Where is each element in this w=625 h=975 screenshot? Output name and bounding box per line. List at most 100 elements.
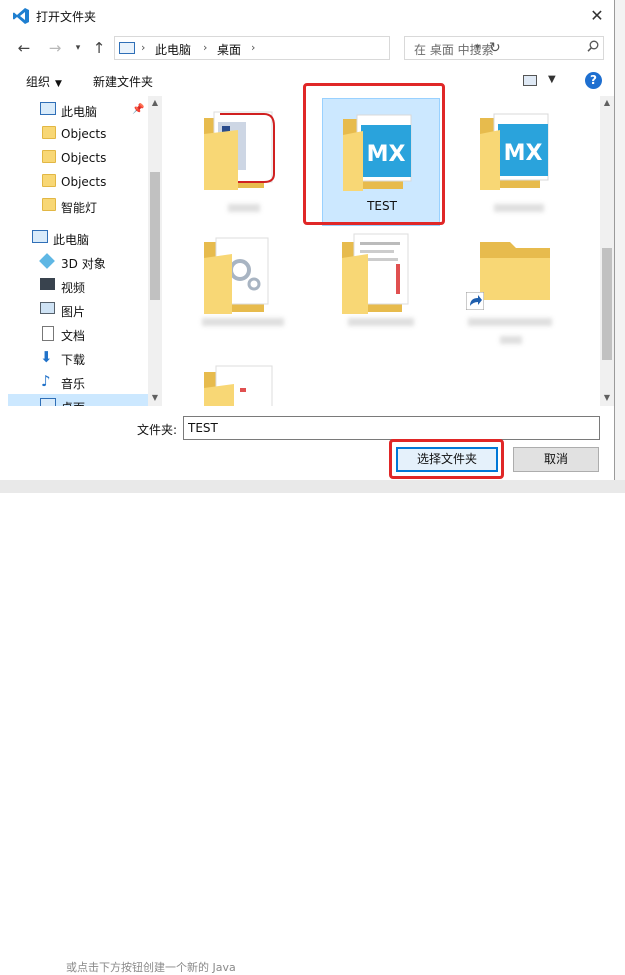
sidebar-item-smart-light[interactable]: 智能灯 <box>8 194 148 218</box>
monitor-icon <box>32 230 48 243</box>
up-button[interactable]: ↑ <box>89 38 109 58</box>
folder-mx-icon: MX <box>480 113 549 190</box>
breadcrumb-this-pc[interactable]: 此电脑 <box>155 41 191 58</box>
sidebar-item-3d-objects[interactable]: 3D 对象 <box>8 250 148 274</box>
sidebar-item-label: 音乐 <box>61 377 86 391</box>
folder-item-test[interactable]: MX TEST <box>322 98 440 226</box>
sidebar-item-label: 文档 <box>61 329 86 343</box>
view-options-icon[interactable] <box>523 75 537 86</box>
organize-menu[interactable]: 组织 ▼ <box>26 73 62 90</box>
folder-item-shortcut[interactable] <box>460 226 578 354</box>
sidebar-scroll-thumb[interactable] <box>150 172 160 300</box>
shortcut-arrow-icon <box>466 292 484 310</box>
sidebar-item-label: 下载 <box>61 353 86 367</box>
back-button[interactable]: ← <box>14 38 34 58</box>
command-bar: 组织 ▼ 新建文件夹 ▼ ? <box>0 66 614 96</box>
blurred-filename <box>468 318 552 326</box>
open-folder-dialog: 打开文件夹 ✕ ← → ▾ ↑ › 此电脑 › 桌面 › ▾ ↻ 在 桌面 中搜… <box>0 0 615 480</box>
blurred-filename <box>202 318 284 326</box>
sidebar-item-label: 图片 <box>61 305 86 319</box>
blurred-filename <box>500 336 522 344</box>
title-bar: 打开文件夹 ✕ <box>0 0 614 32</box>
picture-icon <box>40 302 55 314</box>
folder-doc-icon <box>342 233 409 314</box>
svg-text:MX: MX <box>504 141 543 166</box>
scroll-down-icon[interactable]: ▼ <box>148 393 162 402</box>
new-folder-button[interactable]: 新建文件夹 <box>93 73 153 90</box>
svg-text:MX: MX <box>367 142 406 167</box>
chevron-right-icon[interactable]: › <box>141 41 145 54</box>
blurred-filename <box>348 318 414 326</box>
view-dropdown-icon[interactable]: ▼ <box>548 74 556 85</box>
sidebar-item-pictures[interactable]: 图片 <box>8 298 148 322</box>
chevron-right-icon[interactable]: › <box>251 41 255 54</box>
sidebar-item-label: Objects <box>61 127 107 141</box>
pin-icon[interactable]: 📌 <box>132 104 144 115</box>
folder-doc-icon <box>204 365 273 406</box>
address-bar[interactable]: › 此电脑 › 桌面 › ▾ ↻ <box>114 36 501 60</box>
folder-icon <box>42 126 56 139</box>
sidebar-scrollbar[interactable]: ▲ ▼ <box>148 96 162 406</box>
folder-item[interactable] <box>322 226 440 354</box>
content-scroll-thumb[interactable] <box>602 248 612 360</box>
sidebar-item-this-pc[interactable]: 此电脑 <box>8 226 148 250</box>
sidebar-item-label: 3D 对象 <box>61 257 106 271</box>
scroll-up-icon[interactable]: ▲ <box>600 98 614 107</box>
cancel-button[interactable]: 取消 <box>513 447 599 472</box>
sidebar-item-label: 此电脑 <box>53 233 90 247</box>
sidebar-item-desktop[interactable]: 桌面 <box>8 394 148 406</box>
background-app-edge <box>614 0 625 493</box>
breadcrumb-desktop[interactable]: 桌面 <box>217 41 241 58</box>
blurred-filename <box>228 204 260 212</box>
sidebar-item-videos[interactable]: 视频 <box>8 274 148 298</box>
forward-button[interactable]: → <box>45 38 65 58</box>
scroll-down-icon[interactable]: ▼ <box>600 393 614 402</box>
scroll-up-icon[interactable]: ▲ <box>148 98 162 107</box>
folder-doc-icon <box>204 111 275 190</box>
folder-icon <box>480 242 550 300</box>
film-icon <box>40 278 55 290</box>
folder-name: TEST <box>367 199 397 213</box>
sidebar-item-label: 此电脑 <box>61 105 98 119</box>
recent-locations-dropdown[interactable]: ▾ <box>68 38 88 58</box>
sidebar-item-downloads[interactable]: ⬇ 下载 <box>8 346 148 370</box>
select-folder-button[interactable]: 选择文件夹 <box>396 447 498 472</box>
background-hint-text: 或点击下方按钮创建一个新的 Java <box>66 961 236 974</box>
search-icon[interactable] <box>587 40 599 52</box>
sidebar-item-objects-1[interactable]: Objects <box>8 122 148 146</box>
blurred-filename <box>494 204 544 212</box>
folder-icon <box>42 198 56 211</box>
folder-icon <box>42 174 56 187</box>
folder-name-input[interactable] <box>183 416 600 440</box>
sidebar-item-objects-3[interactable]: Objects <box>8 170 148 194</box>
folder-item[interactable] <box>184 98 302 226</box>
content-scrollbar[interactable]: ▲ ▼ <box>600 96 614 406</box>
organize-label: 组织 <box>26 75 51 89</box>
sidebar-item-objects-2[interactable]: Objects <box>8 146 148 170</box>
folder-item[interactable]: MX <box>460 98 578 226</box>
folder-item[interactable] <box>184 354 302 406</box>
sidebar-item-label: 视频 <box>61 281 86 295</box>
address-row: ← → ▾ ↑ › 此电脑 › 桌面 › ▾ ↻ 在 桌面 中搜索 <box>0 34 614 62</box>
folder-mx-icon: MX <box>343 114 412 191</box>
folder-label: 文件夹: <box>137 423 178 437</box>
dialog-title: 打开文件夹 <box>36 10 97 24</box>
navigation-pane: 此电脑 📌 Objects Objects Objects 智能灯 此电脑 3D… <box>8 96 148 406</box>
vscode-icon <box>13 8 29 24</box>
search-box[interactable]: 在 桌面 中搜索 <box>404 36 604 60</box>
document-icon <box>42 326 54 341</box>
sidebar-item-label: Objects <box>61 175 107 189</box>
sidebar-item-quick-this-pc[interactable]: 此电脑 📌 <box>8 98 148 122</box>
monitor-icon <box>40 102 56 115</box>
sidebar-item-label: Objects <box>61 151 107 165</box>
pc-icon <box>119 42 135 54</box>
chevron-right-icon[interactable]: › <box>203 41 207 54</box>
folder-item[interactable] <box>184 226 302 354</box>
help-icon[interactable]: ? <box>585 72 602 89</box>
close-button[interactable]: ✕ <box>586 5 608 27</box>
sidebar-item-label: 桌面 <box>61 399 85 406</box>
sidebar-item-music[interactable]: ♪ 音乐 <box>8 370 148 394</box>
folder-icon <box>42 150 56 163</box>
sidebar-item-documents[interactable]: 文档 <box>8 322 148 346</box>
folder-gear-icon <box>204 237 269 314</box>
